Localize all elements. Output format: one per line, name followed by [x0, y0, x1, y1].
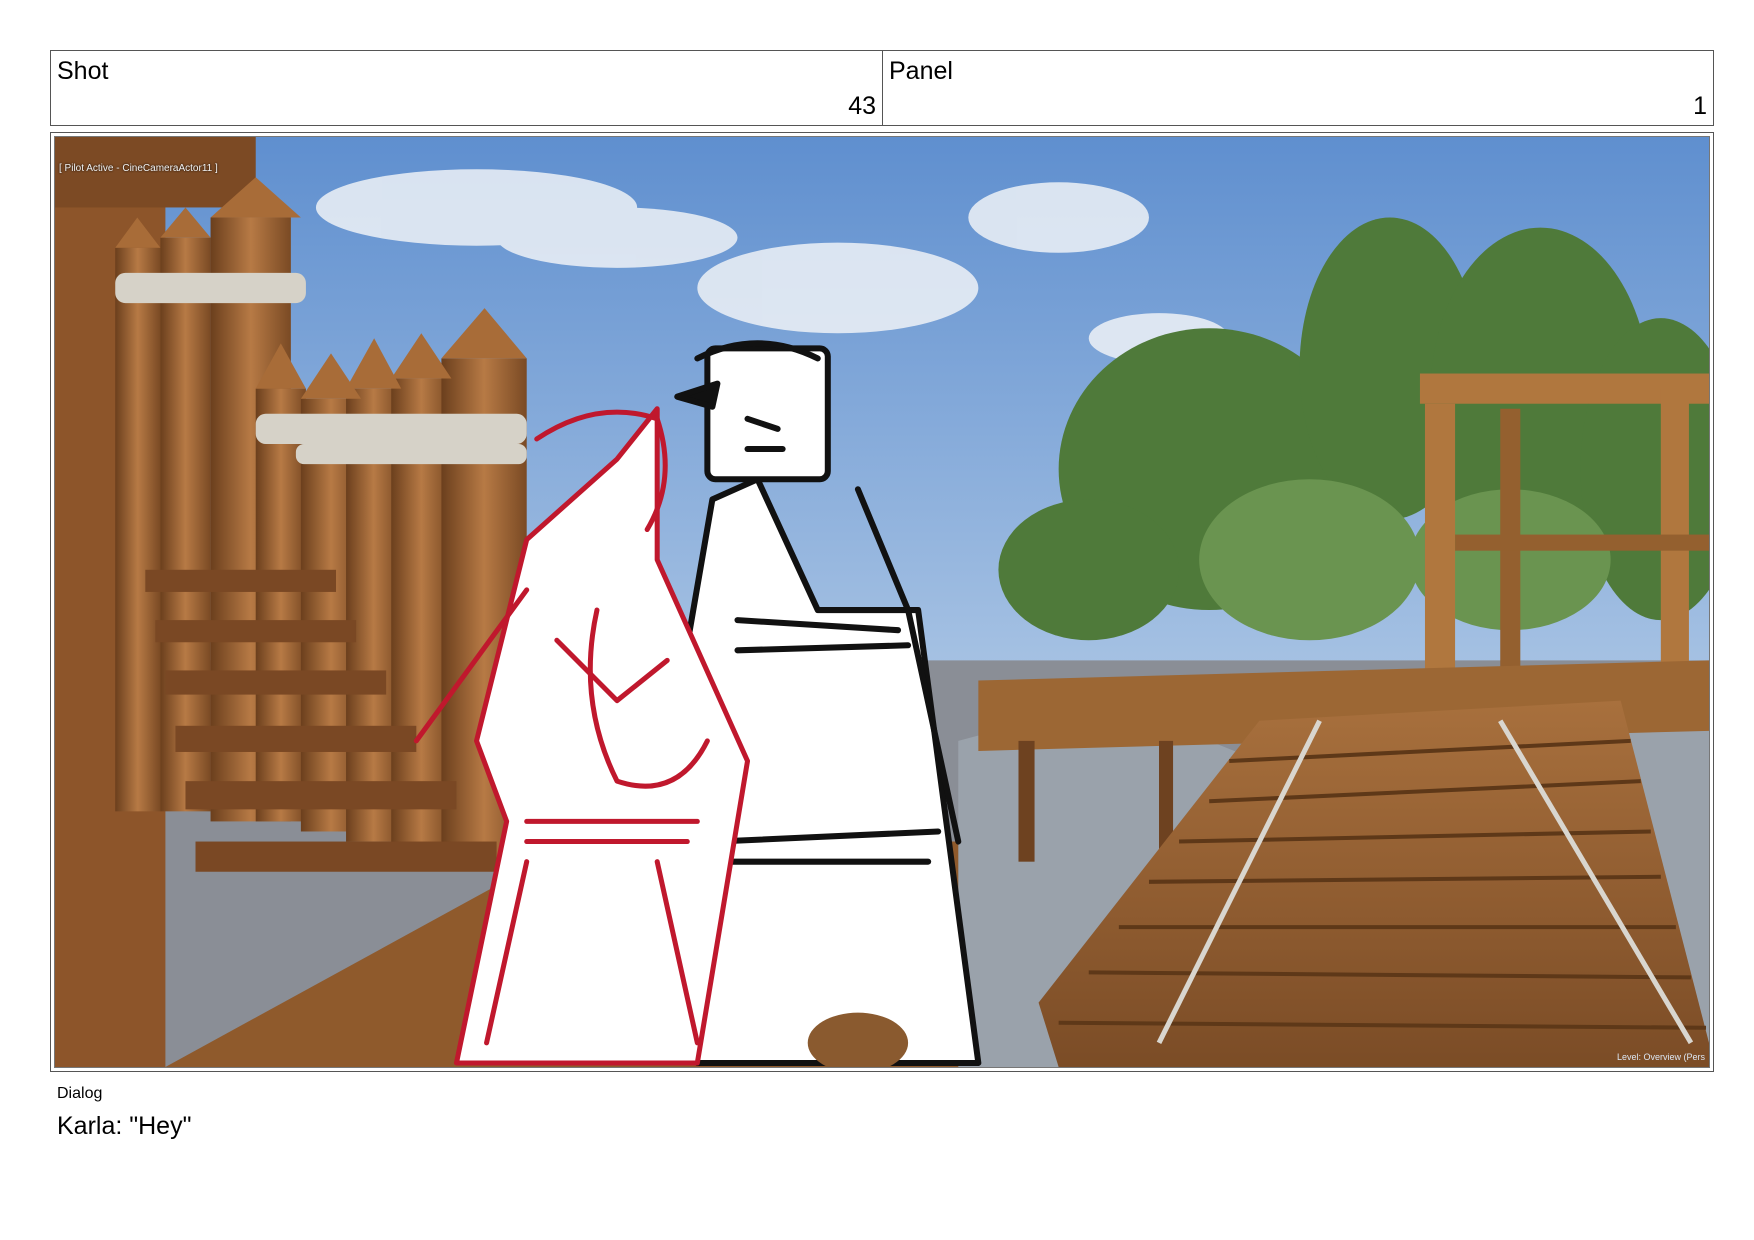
panel-cell: Panel 1: [883, 51, 1713, 125]
shot-cell: Shot 43: [51, 51, 883, 125]
storyboard-image: [ Pilot Active - CineCameraActor11 ] Lev…: [54, 136, 1710, 1068]
shot-label: Shot: [57, 57, 109, 85]
viewport-camera-label: [ Pilot Active - CineCameraActor11 ]: [59, 163, 218, 174]
dialog-text: Karla: "Hey": [57, 1112, 192, 1140]
shot-number: 43: [848, 92, 876, 120]
dialog-label: Dialog: [57, 1085, 103, 1102]
shot-panel-header: Shot 43 Panel 1: [50, 50, 1714, 126]
level-label: Level: Overview (Pers: [1616, 1052, 1705, 1062]
storyboard-frame: [ Pilot Active - CineCameraActor11 ] Lev…: [50, 132, 1714, 1072]
panel-number: 1: [1693, 92, 1707, 120]
scene-illustration: [55, 137, 1709, 1067]
panel-label: Panel: [889, 57, 953, 85]
